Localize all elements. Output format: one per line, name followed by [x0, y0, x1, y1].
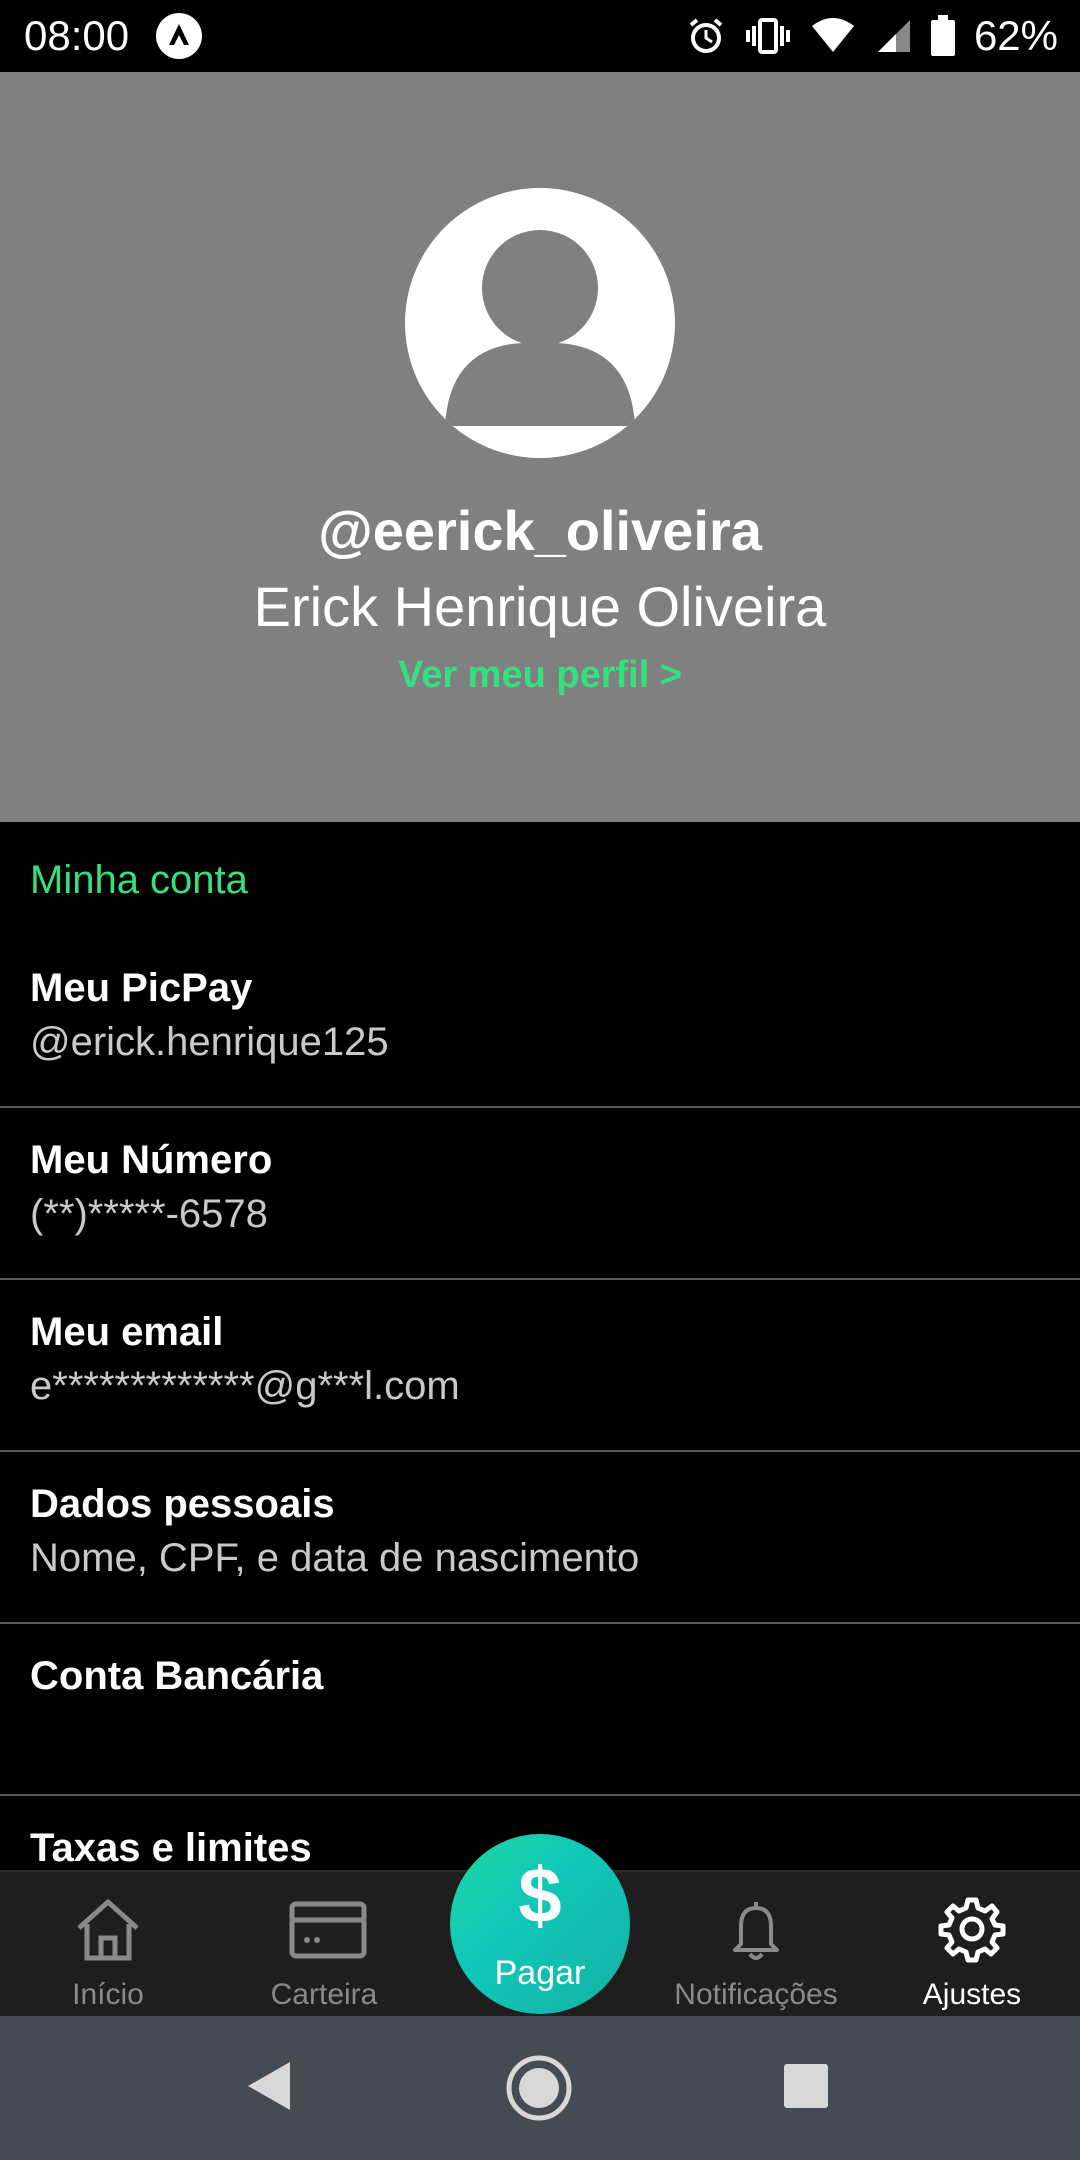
item-subtitle: e*************@g***l.com [30, 1364, 460, 1408]
item-title: Dados pessoais [30, 1482, 335, 1526]
wifi-icon [811, 18, 854, 52]
nav-wallet[interactable]: Carteira [216, 1872, 432, 2018]
gear-icon [938, 1897, 1006, 1963]
nav-label: Ajustes [922, 1978, 1022, 2011]
android-nav-bar [0, 2016, 1080, 2160]
status-time: 08:00 [24, 12, 130, 59]
user-avatar-icon [445, 230, 635, 426]
back-triangle-icon [248, 2062, 290, 2110]
profile-full-name: Erick Henrique Oliveira [253, 575, 827, 638]
nav-notifications[interactable]: Notificações [648, 1872, 864, 2018]
app-notification-icon [156, 13, 202, 59]
item-title: Taxas e limites [30, 1826, 312, 1870]
profile-username: @eerick_oliveira [318, 499, 762, 562]
back-button[interactable] [244, 2058, 294, 2119]
item-subtitle: @erick.henrique125 [30, 1020, 389, 1064]
item-subtitle: (**)*****-6578 [30, 1192, 268, 1236]
battery-percent: 62% [973, 12, 1058, 59]
recents-button[interactable] [782, 2062, 830, 2115]
list-item-meu-picpay[interactable]: Meu PicPay @erick.henrique125 [0, 936, 1080, 1108]
view-profile-link[interactable]: Ver meu perfil > [0, 654, 1080, 697]
bell-icon [733, 1902, 779, 1960]
account-list: Meu PicPay @erick.henrique125 Meu Número… [0, 936, 1080, 1936]
avatar[interactable] [405, 188, 675, 458]
item-title: Meu PicPay [30, 966, 253, 1010]
home-circle-icon [506, 2055, 572, 2121]
dollar-icon: $ [518, 1851, 562, 1939]
vibrate-icon [745, 18, 790, 54]
wallet-card-icon [289, 1901, 367, 1959]
pay-button[interactable]: $ Pagar [450, 1834, 630, 2014]
home-button[interactable] [505, 2054, 573, 2127]
list-item-conta-bancaria[interactable]: Conta Bancária [0, 1624, 1080, 1796]
item-title: Meu Número [30, 1138, 273, 1182]
battery-icon [930, 15, 955, 56]
nav-label: Notificações [674, 1978, 838, 2011]
status-bar: 08:00 62% [0, 0, 1080, 72]
recents-square-icon [784, 2064, 828, 2108]
nav-settings[interactable]: Ajustes [864, 1872, 1080, 2018]
nav-label: Carteira [270, 1978, 378, 2011]
nav-home[interactable]: Início [0, 1872, 216, 2018]
signal-icon [877, 20, 910, 52]
item-subtitle: Nome, CPF, e data de nascimento [30, 1536, 640, 1580]
nav-label: Início [72, 1978, 144, 2011]
pay-label: Pagar [494, 1954, 586, 1992]
profile-header: @eerick_oliveira Erick Henrique Oliveira… [0, 72, 1080, 822]
list-item-meu-email[interactable]: Meu email e*************@g***l.com [0, 1280, 1080, 1452]
list-item-dados-pessoais[interactable]: Dados pessoais Nome, CPF, e data de nasc… [0, 1452, 1080, 1624]
alarm-icon [689, 18, 723, 53]
item-title: Meu email [30, 1310, 224, 1354]
home-icon [77, 1899, 139, 1961]
list-item-meu-numero[interactable]: Meu Número (**)*****-6578 [0, 1108, 1080, 1280]
item-title: Conta Bancária [30, 1654, 324, 1698]
section-title-minha-conta: Minha conta [30, 858, 248, 902]
status-icons: 62% [686, 10, 1058, 62]
